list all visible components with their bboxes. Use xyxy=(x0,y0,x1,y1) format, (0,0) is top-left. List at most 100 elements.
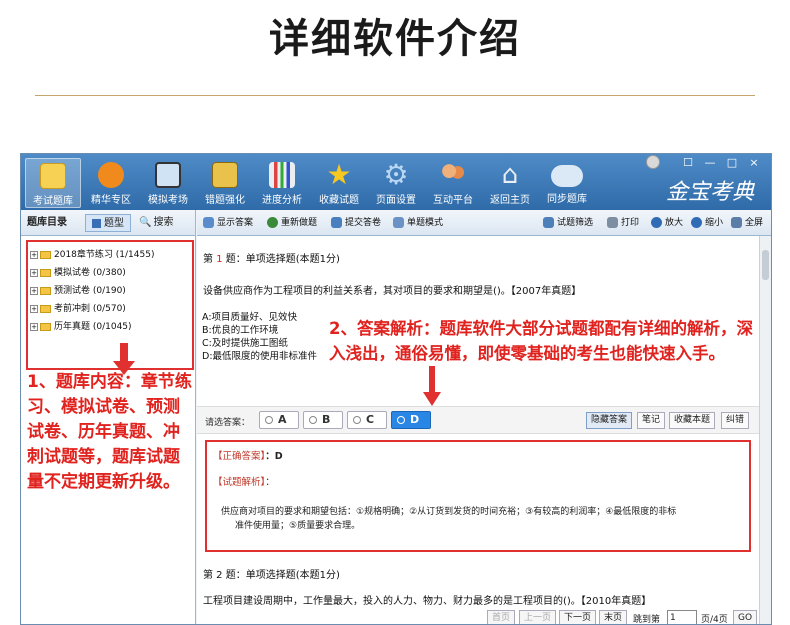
tree-item-label: 预测试卷 (0/190) xyxy=(54,286,126,296)
toolbar-item-wrong-questions[interactable]: 错题强化 xyxy=(197,158,253,208)
choice-label: 请选答案： xyxy=(205,418,251,428)
first-page-button[interactable]: 首页 xyxy=(487,610,516,624)
prev-page-button[interactable]: 上一页 xyxy=(519,610,557,624)
option-d[interactable]: D:最低限度的使用非标准件 xyxy=(202,348,317,362)
fullscreen-label: 全屏 xyxy=(745,218,764,228)
tab-question-type[interactable]: 题型 xyxy=(85,214,131,232)
toolbar-item-favorites[interactable]: ★ 收藏试题 xyxy=(311,158,367,208)
tree-item-label: 考前冲刺 (0/570) xyxy=(54,304,126,314)
page-total: 页/4页 xyxy=(701,615,728,625)
question-area: 第 1 题：单项选择题(本题1分) 设备供应商作为工程项目的利益关系者，其对项目… xyxy=(197,236,759,625)
toolbar-item-page-settings[interactable]: ⚙ 页面设置 xyxy=(368,158,424,208)
scrollbar-thumb[interactable] xyxy=(762,250,769,280)
monitor-icon xyxy=(155,162,181,188)
toolbar-item-interactive[interactable]: 互动平台 xyxy=(425,158,481,208)
toolbar-item-highlights[interactable]: 精华专区 xyxy=(83,158,139,208)
page-number-input[interactable]: 1 xyxy=(667,610,697,624)
user-avatar[interactable] xyxy=(646,155,660,169)
analysis-text-line-2: 准件使用量；⑤质量要求合理。 xyxy=(235,521,361,531)
option-c[interactable]: C:及时提供施工图纸 xyxy=(202,335,288,349)
refresh-icon xyxy=(267,217,278,228)
radio-icon xyxy=(265,416,273,424)
show-answer-button[interactable]: 显示答案 xyxy=(203,214,253,232)
analysis-heading: 【试题解析】： xyxy=(213,474,275,488)
toolbar-label: 收藏试题 xyxy=(319,195,359,206)
filter-button[interactable]: 试题筛选 xyxy=(543,214,593,232)
radio-icon xyxy=(353,416,361,424)
print-button[interactable]: 打印 xyxy=(607,214,639,232)
toolbar-item-question-bank[interactable]: 考试题库 xyxy=(25,158,81,208)
last-page-button[interactable]: 末页 xyxy=(599,610,628,624)
close-icon[interactable]: × xyxy=(747,156,761,170)
answer-choice-bar: 请选答案： A B C D 隐藏答案 笔记 收藏本题 纠错 xyxy=(197,406,759,434)
tree-item-sprint[interactable]: + 考前冲刺 (0/570) xyxy=(30,300,190,318)
app-window: 考试题库 精华专区 模拟考场 错题强化 进度分析 ★ 收藏试题 ⚙ 页面设置 互… xyxy=(20,153,772,625)
search-icon: 🔍 xyxy=(139,217,152,228)
choice-b[interactable]: B xyxy=(303,411,343,429)
choice-c[interactable]: C xyxy=(347,411,387,429)
analysis-colon: ： xyxy=(265,477,275,488)
toolbar-item-home[interactable]: ⌂ 返回主页 xyxy=(482,158,538,208)
analysis-label: 【试题解析】 xyxy=(213,477,266,488)
favorite-button[interactable]: 收藏本题 xyxy=(669,412,716,429)
toolbar-item-mock-exam[interactable]: 模拟考场 xyxy=(140,158,196,208)
correct-answer-value: ：D xyxy=(265,451,283,462)
hide-answer-button[interactable]: 隐藏答案 xyxy=(586,412,633,429)
expand-icon[interactable]: + xyxy=(30,250,38,259)
question-number: 1 xyxy=(216,254,223,265)
list-icon xyxy=(92,218,101,228)
restore-icon[interactable]: ☐ xyxy=(681,156,695,170)
choice-a[interactable]: A xyxy=(259,411,299,429)
submit-button[interactable]: 提交答卷 xyxy=(331,214,381,232)
zoom-out-button[interactable]: 缩小 xyxy=(691,214,723,232)
folder-icon xyxy=(40,286,51,295)
tab-search[interactable]: 🔍 搜索 xyxy=(139,214,173,232)
correct-answer-label: 【正确答案】 xyxy=(213,451,266,462)
question-2-header: 第 2 题：单项选择题(本题1分) xyxy=(203,570,340,581)
report-error-button[interactable]: 纠错 xyxy=(721,412,750,429)
toolbar-item-sync[interactable]: 同步题库 xyxy=(539,158,595,208)
choice-d[interactable]: D xyxy=(391,411,431,429)
fullscreen-icon xyxy=(731,217,742,228)
question-type: 题：单项选择题(本题1分) xyxy=(225,254,340,265)
vertical-scrollbar[interactable] xyxy=(759,236,771,624)
single-mode-button[interactable]: 单题模式 xyxy=(393,214,443,232)
toolbar-label: 考试题库 xyxy=(33,196,73,207)
option-b[interactable]: B:优良的工作环境 xyxy=(202,322,278,336)
tree-item-forecast[interactable]: + 预测试卷 (0/190) xyxy=(30,282,190,300)
fullscreen-button[interactable]: 全屏 xyxy=(731,214,763,232)
filter-label: 试题筛选 xyxy=(557,218,594,228)
choice-c-label: C xyxy=(366,413,375,426)
option-a[interactable]: A:项目质量好、见效快 xyxy=(202,309,297,323)
redo-button[interactable]: 重新做题 xyxy=(267,214,317,232)
toolbar-item-progress[interactable]: 进度分析 xyxy=(254,158,310,208)
tree-item-mock[interactable]: + 模拟试卷 (0/380) xyxy=(30,264,190,282)
next-page-button[interactable]: 下一页 xyxy=(559,610,597,624)
toolbar-label: 进度分析 xyxy=(262,195,302,206)
analysis-box: 【正确答案】：D 【试题解析】： 供应商对项目的要求和期望包括：①规格明确；②从… xyxy=(205,440,751,552)
star-icon: ★ xyxy=(326,158,352,191)
notes-button[interactable]: 笔记 xyxy=(637,412,666,429)
expand-icon[interactable]: + xyxy=(30,268,38,277)
gear-icon: ⚙ xyxy=(383,158,409,191)
locked-book-icon xyxy=(212,162,238,188)
expand-icon[interactable]: + xyxy=(30,286,38,295)
tab-catalog[interactable]: 题库目录 xyxy=(27,214,67,232)
expand-icon[interactable]: + xyxy=(30,304,38,313)
left-tabs: 题库目录 题型 🔍 搜索 xyxy=(21,210,195,236)
minimize-icon[interactable]: — xyxy=(703,156,717,170)
go-button[interactable]: GO xyxy=(733,610,758,624)
tree-item-chapter[interactable]: +2018章节练习 (1/1455) xyxy=(30,246,190,264)
expand-icon[interactable]: + xyxy=(30,322,38,331)
tree-item-past-exams[interactable]: + 历年真题 (0/1045) xyxy=(30,318,190,336)
question-2-stem: 工程项目建设周期中，工作量最大，投入的人力、物力、财力最多的是工程项目的()。【… xyxy=(203,596,652,607)
zoom-in-button[interactable]: 放大 xyxy=(651,214,683,232)
right-panel: 显示答案 重新做题 提交答卷 单题模式 试题筛选 打印 放大 缩小 全屏 第 1… xyxy=(197,210,771,625)
maximize-icon[interactable]: □ xyxy=(725,156,739,170)
page-title: 详细软件介绍 xyxy=(269,16,521,62)
jump-label: 跳到第 xyxy=(633,615,661,625)
notebook-icon xyxy=(40,163,66,189)
toolbar-label: 错题强化 xyxy=(205,195,245,206)
toolbar-label: 同步题库 xyxy=(547,194,587,205)
users-icon xyxy=(440,162,466,188)
